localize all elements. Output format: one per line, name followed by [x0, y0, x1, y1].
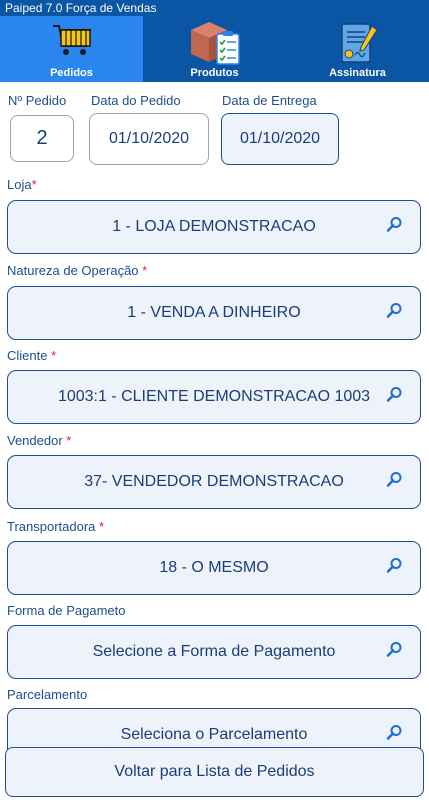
- search-icon: [386, 472, 402, 493]
- loja-label: Loja*: [7, 177, 37, 192]
- vendedor-label: Vendedor *: [7, 433, 72, 448]
- delivery-date-value: 01/10/2020: [239, 130, 321, 147]
- vendedor-value: 37- VENDEDOR DEMONSTRACAO: [84, 473, 344, 490]
- cliente-value: 1003:1 - CLIENTE DEMONSTRACAO 1003: [57, 388, 371, 405]
- required-marker: *: [142, 263, 148, 278]
- pagamento-value: Selecione a Forma de Pagamento: [92, 643, 336, 660]
- order-number-label: Nº Pedido: [8, 93, 67, 108]
- app-title: Paiped 7.0 Força de Vendas: [5, 1, 157, 15]
- product-box-icon: [187, 20, 243, 71]
- cliente-label: Cliente *: [7, 348, 57, 363]
- delivery-date-field[interactable]: 01/10/2020: [221, 113, 339, 165]
- parcelamento-label: Parcelamento: [7, 687, 88, 702]
- search-icon: [386, 303, 402, 324]
- search-icon: [386, 387, 402, 408]
- back-to-orders-label: Voltar para Lista de Pedidos: [114, 763, 315, 780]
- transportadora-select[interactable]: 18 - O MESMO: [7, 541, 421, 595]
- order-number-value: 2: [36, 127, 48, 149]
- natureza-label: Natureza de Operação *: [7, 263, 148, 278]
- pagamento-select[interactable]: Selecione a Forma de Pagamento: [7, 625, 421, 679]
- loja-select[interactable]: 1 - LOJA DEMONSTRACAO: [7, 200, 421, 254]
- search-icon: [386, 642, 402, 663]
- tab-produtos[interactable]: Produtos: [143, 16, 286, 82]
- tab-bar: Pedidos Produtos Assinatura: [0, 16, 429, 82]
- order-date-label: Data do Pedido: [91, 93, 181, 108]
- cliente-select[interactable]: 1003:1 - CLIENTE DEMONSTRACAO 1003: [7, 370, 421, 424]
- shopping-cart-icon: [50, 20, 94, 65]
- tab-pedidos-label: Pedidos: [50, 67, 93, 79]
- required-marker: *: [99, 519, 105, 534]
- natureza-select[interactable]: 1 - VENDA A DINHEIRO: [7, 286, 421, 340]
- order-date-value: 01/10/2020: [108, 130, 190, 147]
- order-number-field: 2: [10, 115, 74, 162]
- tab-pedidos[interactable]: Pedidos: [0, 16, 143, 82]
- search-icon: [386, 558, 402, 579]
- transportadora-label: Transportadora *: [7, 519, 105, 534]
- parcelamento-value: Seleciona o Parcelamento: [120, 726, 308, 743]
- back-to-orders-button[interactable]: Voltar para Lista de Pedidos: [5, 747, 424, 797]
- required-marker: *: [31, 177, 37, 192]
- transportadora-value: 18 - O MESMO: [159, 559, 269, 576]
- delivery-date-label: Data de Entrega: [222, 93, 317, 108]
- app-title-bar: Paiped 7.0 Força de Vendas: [0, 0, 429, 16]
- required-marker: *: [51, 348, 57, 363]
- tab-assinatura[interactable]: Assinatura: [286, 16, 429, 82]
- natureza-value: 1 - VENDA A DINHEIRO: [127, 304, 301, 321]
- search-icon: [386, 725, 402, 746]
- required-marker: *: [66, 433, 72, 448]
- order-date-field: 01/10/2020: [89, 113, 209, 165]
- pagamento-label: Forma de Pagameto: [7, 603, 126, 618]
- search-icon: [386, 217, 402, 238]
- vendedor-select[interactable]: 37- VENDEDOR DEMONSTRACAO: [7, 455, 421, 509]
- signature-icon: [336, 20, 380, 71]
- loja-value: 1 - LOJA DEMONSTRACAO: [112, 218, 316, 235]
